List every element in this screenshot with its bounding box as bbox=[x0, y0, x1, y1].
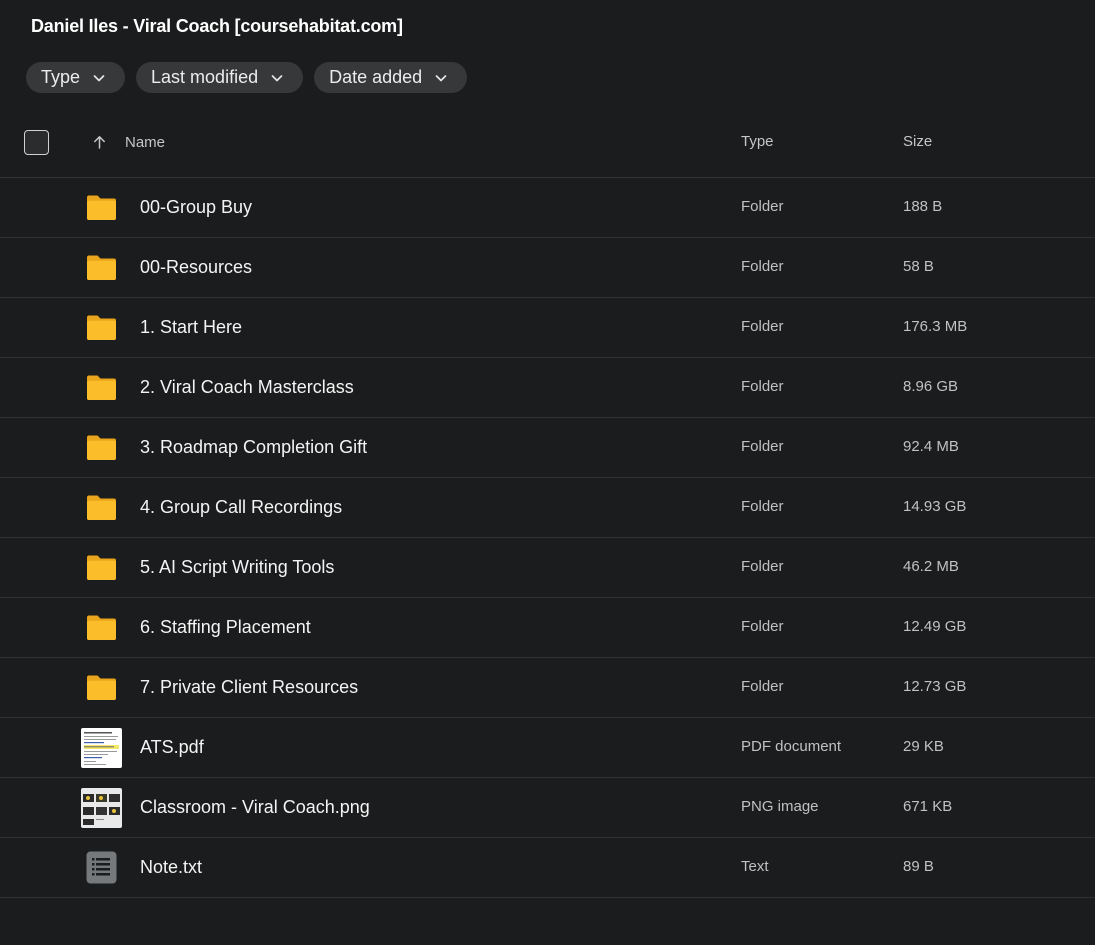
file-name[interactable]: 00-Group Buy bbox=[140, 197, 252, 218]
file-type: Folder bbox=[741, 258, 784, 275]
file-type: Folder bbox=[741, 678, 784, 695]
list-item[interactable]: 1. Start Here Folder 176.3 MB bbox=[0, 298, 1095, 358]
select-all-checkbox[interactable] bbox=[24, 130, 49, 155]
file-type: Folder bbox=[741, 198, 784, 215]
column-header-type: Type bbox=[741, 133, 774, 150]
list-item[interactable]: 4. Group Call Recordings Folder 14.93 GB bbox=[0, 478, 1095, 538]
folder-icon bbox=[81, 427, 122, 468]
file-type: PNG image bbox=[741, 798, 819, 815]
file-size: 12.73 GB bbox=[903, 678, 967, 695]
file-type: PDF document bbox=[741, 738, 842, 755]
file-type: Folder bbox=[741, 558, 784, 575]
file-size: 12.49 GB bbox=[903, 618, 967, 635]
list-item[interactable]: 00-Group Buy Folder 188 B bbox=[0, 178, 1095, 238]
file-size: 29 KB bbox=[903, 738, 944, 755]
text-file-icon bbox=[81, 847, 122, 888]
file-type: Folder bbox=[741, 378, 784, 395]
file-size: 58 B bbox=[903, 258, 934, 275]
file-name[interactable]: 5. AI Script Writing Tools bbox=[140, 557, 334, 578]
filter-last-modified-label: Last modified bbox=[151, 67, 259, 87]
filter-bar: Type Last modified Date added bbox=[26, 62, 468, 93]
filter-last-modified-chip[interactable]: Last modified bbox=[136, 62, 304, 93]
file-size: 8.96 GB bbox=[903, 378, 959, 395]
list-item[interactable]: 00-Resources Folder 58 B bbox=[0, 238, 1095, 298]
list-item[interactable]: 7. Private Client Resources Folder 12.73 G… bbox=[0, 658, 1095, 718]
arrow-up-icon[interactable] bbox=[91, 134, 108, 151]
file-name[interactable]: Classroom - Viral Coach.png bbox=[140, 797, 370, 818]
list-item[interactable]: Classroom - Viral Coach.png PNG image 671 … bbox=[0, 778, 1095, 838]
file-name[interactable]: 7. Private Client Resources bbox=[140, 677, 358, 698]
column-header-name[interactable]: Name bbox=[125, 134, 165, 151]
list-item[interactable]: 2. Viral Coach Masterclass Folder 8.96 GB bbox=[0, 358, 1095, 418]
folder-icon bbox=[81, 547, 122, 588]
file-browser: Daniel Iles - Viral Coach [coursehabitat… bbox=[0, 0, 1095, 945]
file-type: Folder bbox=[741, 498, 784, 515]
file-type: Folder bbox=[741, 438, 784, 455]
folder-icon bbox=[81, 607, 122, 648]
file-type: Text bbox=[741, 858, 769, 875]
folder-icon bbox=[81, 187, 122, 228]
folder-icon bbox=[81, 307, 122, 348]
chevron-down-icon bbox=[435, 74, 447, 81]
file-size: 176.3 MB bbox=[903, 318, 968, 335]
file-name[interactable]: Note.txt bbox=[140, 857, 202, 878]
pdf-thumbnail bbox=[81, 728, 122, 768]
file-name[interactable]: 3. Roadmap Completion Gift bbox=[140, 437, 367, 458]
filter-date-added-chip[interactable]: Date added bbox=[314, 62, 468, 93]
file-name[interactable]: 2. Viral Coach Masterclass bbox=[140, 377, 354, 398]
file-size: 89 B bbox=[903, 858, 934, 875]
filter-type-chip[interactable]: Type bbox=[26, 62, 126, 93]
file-size: 92.4 MB bbox=[903, 438, 959, 455]
list-item[interactable]: ATS.pdf PDF document 29 KB bbox=[0, 718, 1095, 778]
file-size: 46.2 MB bbox=[903, 558, 959, 575]
list-item[interactable]: 3. Roadmap Completion Gift Folder 92.4 MB bbox=[0, 418, 1095, 478]
file-name[interactable]: 00-Resources bbox=[140, 257, 252, 278]
list-item[interactable]: 6. Staffing Placement Folder 12.49 GB bbox=[0, 598, 1095, 658]
image-thumbnail bbox=[81, 788, 122, 828]
file-name[interactable]: 6. Staffing Placement bbox=[140, 617, 311, 638]
folder-icon bbox=[81, 247, 122, 288]
folder-icon bbox=[81, 667, 122, 708]
filter-type-label: Type bbox=[41, 67, 81, 87]
file-list: 00-Group Buy Folder 188 B 00-Resources Folde… bbox=[0, 178, 1095, 898]
file-size: 14.93 GB bbox=[903, 498, 967, 515]
list-item[interactable]: 5. AI Script Writing Tools Folder 46.2 MB bbox=[0, 538, 1095, 598]
file-type: Folder bbox=[741, 318, 784, 335]
file-size: 188 B bbox=[903, 198, 943, 215]
chevron-down-icon bbox=[271, 74, 283, 81]
file-name[interactable]: 4. Group Call Recordings bbox=[140, 497, 342, 518]
folder-title: Daniel Iles - Viral Coach [coursehabitat… bbox=[31, 16, 403, 36]
chevron-down-icon bbox=[93, 74, 105, 81]
folder-icon bbox=[81, 367, 122, 408]
list-item[interactable]: Note.txt Text 89 B bbox=[0, 838, 1095, 898]
table-header: Name Type Size bbox=[0, 114, 1095, 178]
column-header-size: Size bbox=[903, 133, 933, 150]
file-name[interactable]: ATS.pdf bbox=[140, 737, 204, 758]
folder-icon bbox=[81, 487, 122, 528]
file-name[interactable]: 1. Start Here bbox=[140, 317, 242, 338]
file-size: 671 KB bbox=[903, 798, 953, 815]
file-type: Folder bbox=[741, 618, 784, 635]
filter-date-added-label: Date added bbox=[329, 67, 423, 87]
